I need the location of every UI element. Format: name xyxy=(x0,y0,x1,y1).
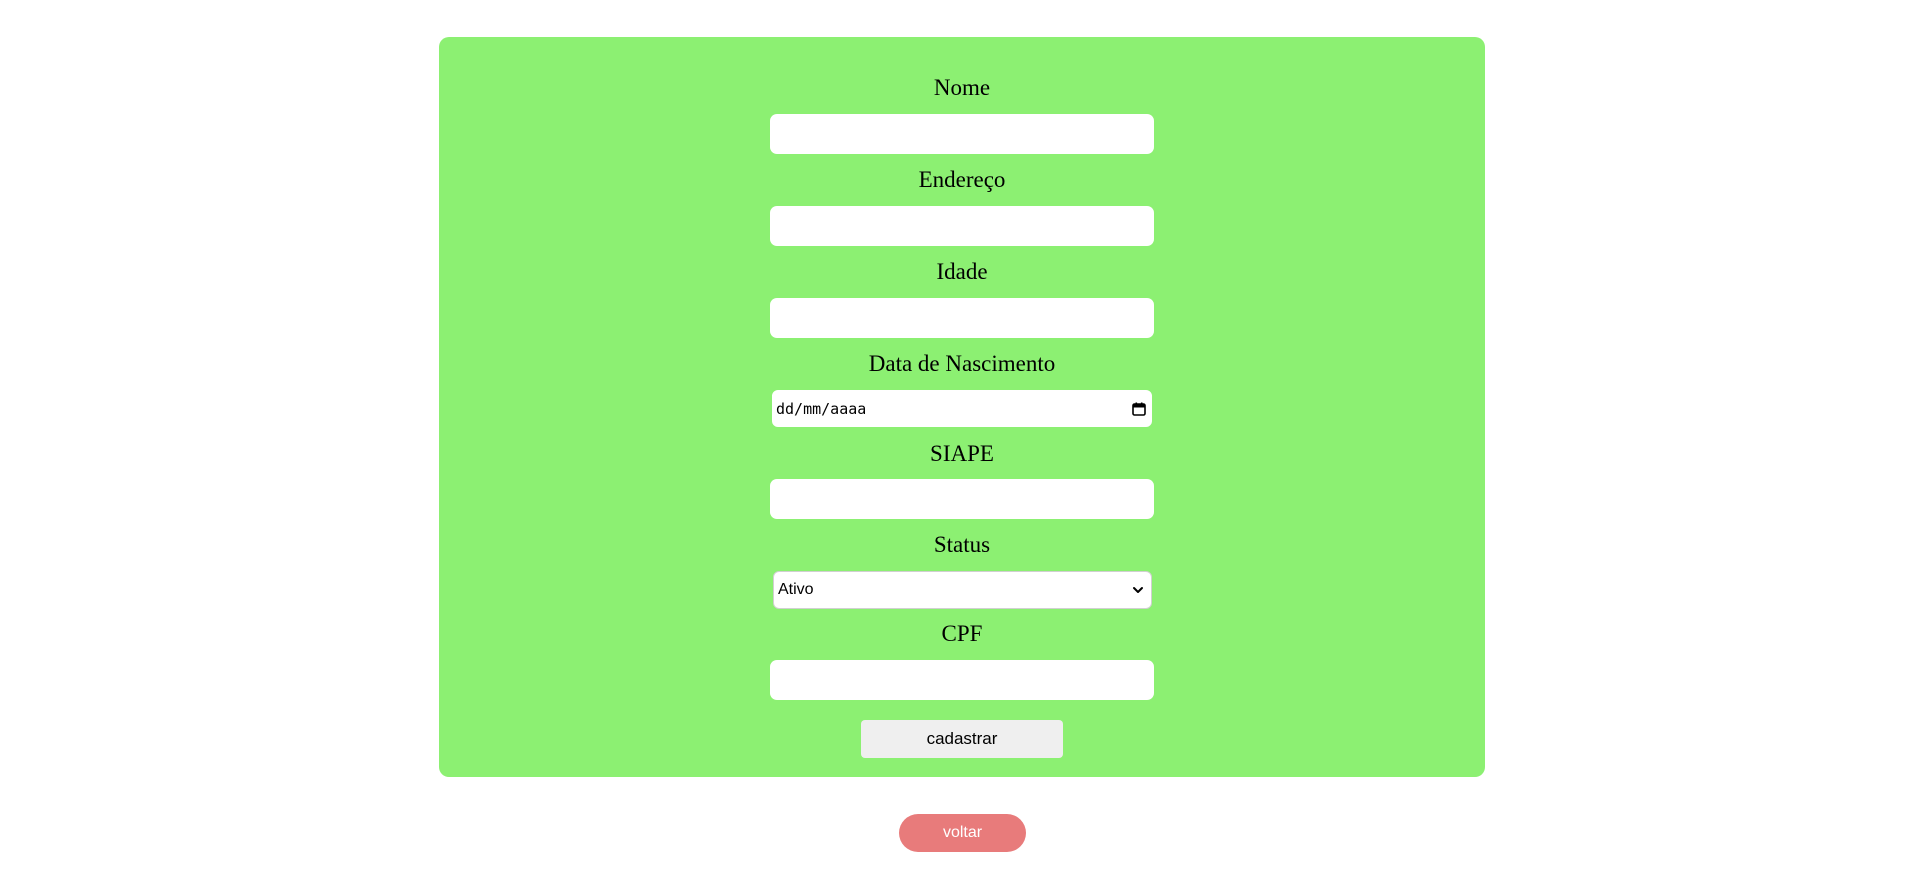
calendar-icon[interactable] xyxy=(1131,401,1147,417)
endereco-label: Endereço xyxy=(918,167,1006,192)
status-selected-value: Ativo xyxy=(778,581,814,598)
siape-label: SIAPE xyxy=(930,441,994,466)
nome-input[interactable] xyxy=(770,114,1154,154)
cpf-label: CPF xyxy=(941,621,983,646)
registration-form: Nome Endereço Idade Data de Nascimento d… xyxy=(439,37,1485,777)
endereco-input[interactable] xyxy=(770,206,1154,246)
status-label: Status xyxy=(933,532,991,557)
status-select[interactable]: Ativo xyxy=(773,571,1152,609)
data-nascimento-label: Data de Nascimento xyxy=(868,351,1056,376)
data-nascimento-input[interactable]: dd/mm/aaaa xyxy=(772,390,1152,427)
idade-input[interactable] xyxy=(770,298,1154,338)
date-placeholder: dd/mm/aaaa xyxy=(776,399,867,418)
chevron-down-icon xyxy=(1131,583,1145,597)
siape-input[interactable] xyxy=(770,479,1154,519)
cpf-input[interactable] xyxy=(770,660,1154,700)
idade-label: Idade xyxy=(936,259,988,284)
nome-label: Nome xyxy=(933,75,991,100)
voltar-button[interactable]: voltar xyxy=(899,814,1026,852)
cadastrar-button[interactable]: cadastrar xyxy=(861,720,1063,758)
